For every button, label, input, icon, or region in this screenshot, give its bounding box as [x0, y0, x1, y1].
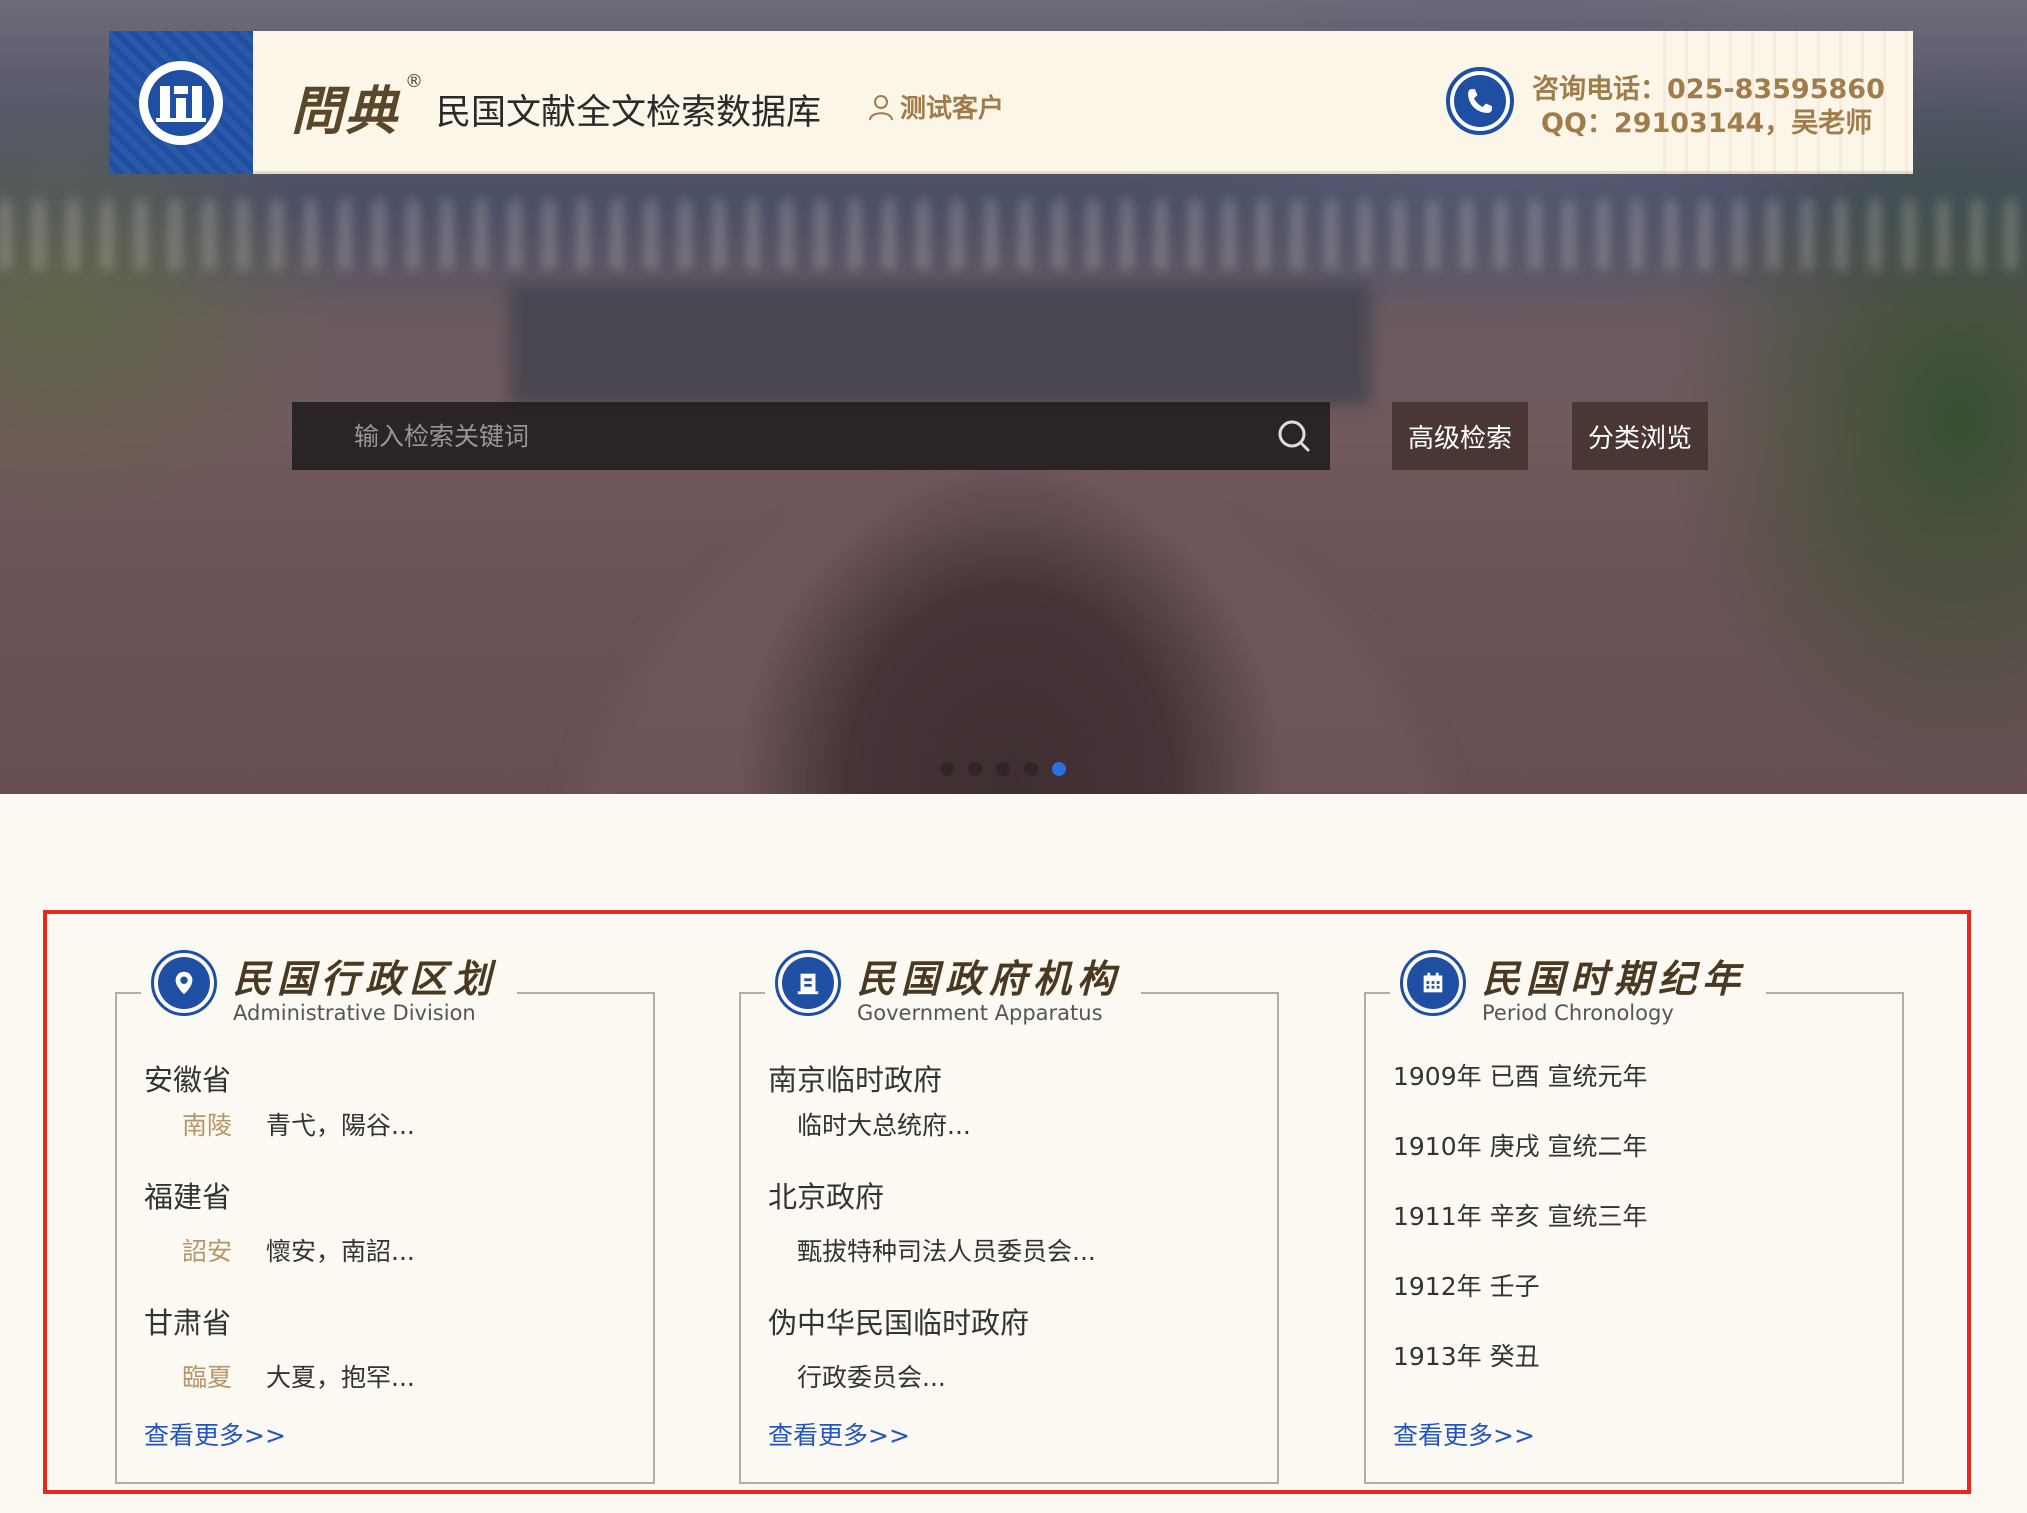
list-item: 臨夏 大夏，抱罕... [182, 1358, 415, 1394]
towns-text[interactable]: 懷安，南詔... [266, 1232, 415, 1268]
carousel-dot[interactable] [996, 762, 1010, 776]
towns-text[interactable]: 青弋，陽谷... [266, 1106, 415, 1142]
year-link[interactable]: 1911年 辛亥 宣统三年 [1393, 1197, 1648, 1233]
sub-agency-link[interactable]: 甄拔特种司法人员委员会... [797, 1232, 1096, 1268]
sub-agency-link[interactable]: 临时大总统府... [797, 1106, 971, 1142]
carousel-dot[interactable] [1024, 762, 1038, 776]
calendar-icon [1400, 950, 1466, 1016]
map-pin-icon [151, 950, 217, 1016]
panel-header: 民国时期纪年 Period Chronology [1390, 950, 1767, 1025]
view-more-link[interactable]: 查看更多>> [144, 1416, 286, 1452]
panel-subtitle: Administrative Division [233, 1001, 476, 1025]
building-icon [775, 950, 841, 1016]
panel-subtitle: Period Chronology [1482, 1001, 1674, 1025]
site-header: 問典 ® 民国文献全文检索数据库 测试客户 咨询电话：025-83595860 … [109, 31, 1913, 174]
user-icon [869, 94, 893, 120]
hero-roof-decor [0, 200, 2027, 270]
search-input[interactable] [292, 402, 1274, 470]
search-icon[interactable] [1274, 416, 1314, 456]
site-title: 民国文献全文检索数据库 [436, 93, 822, 133]
panel-header: 民国行政区划 Administrative Division [141, 950, 518, 1025]
year-link[interactable]: 1912年 壬子 [1393, 1267, 1540, 1303]
phone-icon [1446, 67, 1514, 135]
agency-link[interactable]: 南京临时政府 [768, 1057, 942, 1099]
carousel-dot[interactable] [968, 762, 982, 776]
logo-emblem-icon [139, 61, 223, 145]
panel-title: 民国行政区划 [233, 956, 498, 1001]
city-link[interactable]: 臨夏 [182, 1358, 232, 1394]
hero-plaque-decor [510, 285, 1370, 405]
carousel-dots [940, 762, 1066, 776]
panel-title: 民国政府机构 [857, 956, 1122, 1001]
year-link[interactable]: 1909年 已酉 宣统元年 [1393, 1057, 1648, 1093]
city-link[interactable]: 詔安 [182, 1232, 232, 1268]
user-name: 测试客户 [900, 94, 1005, 124]
brand-name: 問典 [291, 81, 400, 142]
agency-link[interactable]: 伪中华民国临时政府 [768, 1300, 1029, 1342]
brand-registered-mark: ® [405, 71, 423, 92]
year-link[interactable]: 1910年 庚戌 宣统二年 [1393, 1127, 1648, 1163]
city-link[interactable]: 南陵 [182, 1106, 232, 1142]
search-bar [292, 402, 1330, 470]
hero-arch-decor [560, 490, 1460, 794]
panel-title: 民国时期纪年 [1482, 956, 1747, 1001]
province-link[interactable]: 福建省 [144, 1174, 231, 1216]
list-item: 南陵 青弋，陽谷... [182, 1106, 415, 1142]
panel-admin-division: 民国行政区划 Administrative Division 安徽省 南陵 青弋… [115, 950, 655, 1484]
user-account-link[interactable]: 测试客户 [866, 88, 1004, 125]
view-more-link[interactable]: 查看更多>> [1393, 1416, 1535, 1452]
sub-agency-link[interactable]: 行政委员会... [797, 1358, 946, 1394]
list-item: 詔安 懷安，南詔... [182, 1232, 415, 1268]
carousel-dot[interactable] [940, 762, 954, 776]
panel-gov-apparatus: 民国政府机构 Government Apparatus 南京临时政府 临时大总统… [739, 950, 1279, 1484]
province-link[interactable]: 安徽省 [144, 1057, 231, 1099]
panel-header: 民国政府机构 Government Apparatus [765, 950, 1142, 1025]
agency-link[interactable]: 北京政府 [768, 1174, 884, 1216]
advanced-search-button[interactable]: 高级检索 [1392, 402, 1528, 470]
site-logo[interactable] [109, 31, 253, 174]
province-link[interactable]: 甘肃省 [144, 1300, 231, 1342]
year-link[interactable]: 1913年 癸丑 [1393, 1337, 1540, 1373]
view-more-link[interactable]: 查看更多>> [768, 1416, 910, 1452]
panel-subtitle: Government Apparatus [857, 1001, 1103, 1025]
category-browse-button[interactable]: 分类浏览 [1572, 402, 1708, 470]
towns-text[interactable]: 大夏，抱罕... [266, 1358, 415, 1394]
panel-period-chronology: 民国时期纪年 Period Chronology 1909年 已酉 宣统元年 1… [1364, 950, 1904, 1484]
carousel-dot-active[interactable] [1052, 762, 1066, 776]
header-calligraphy-decor [1663, 31, 1913, 174]
